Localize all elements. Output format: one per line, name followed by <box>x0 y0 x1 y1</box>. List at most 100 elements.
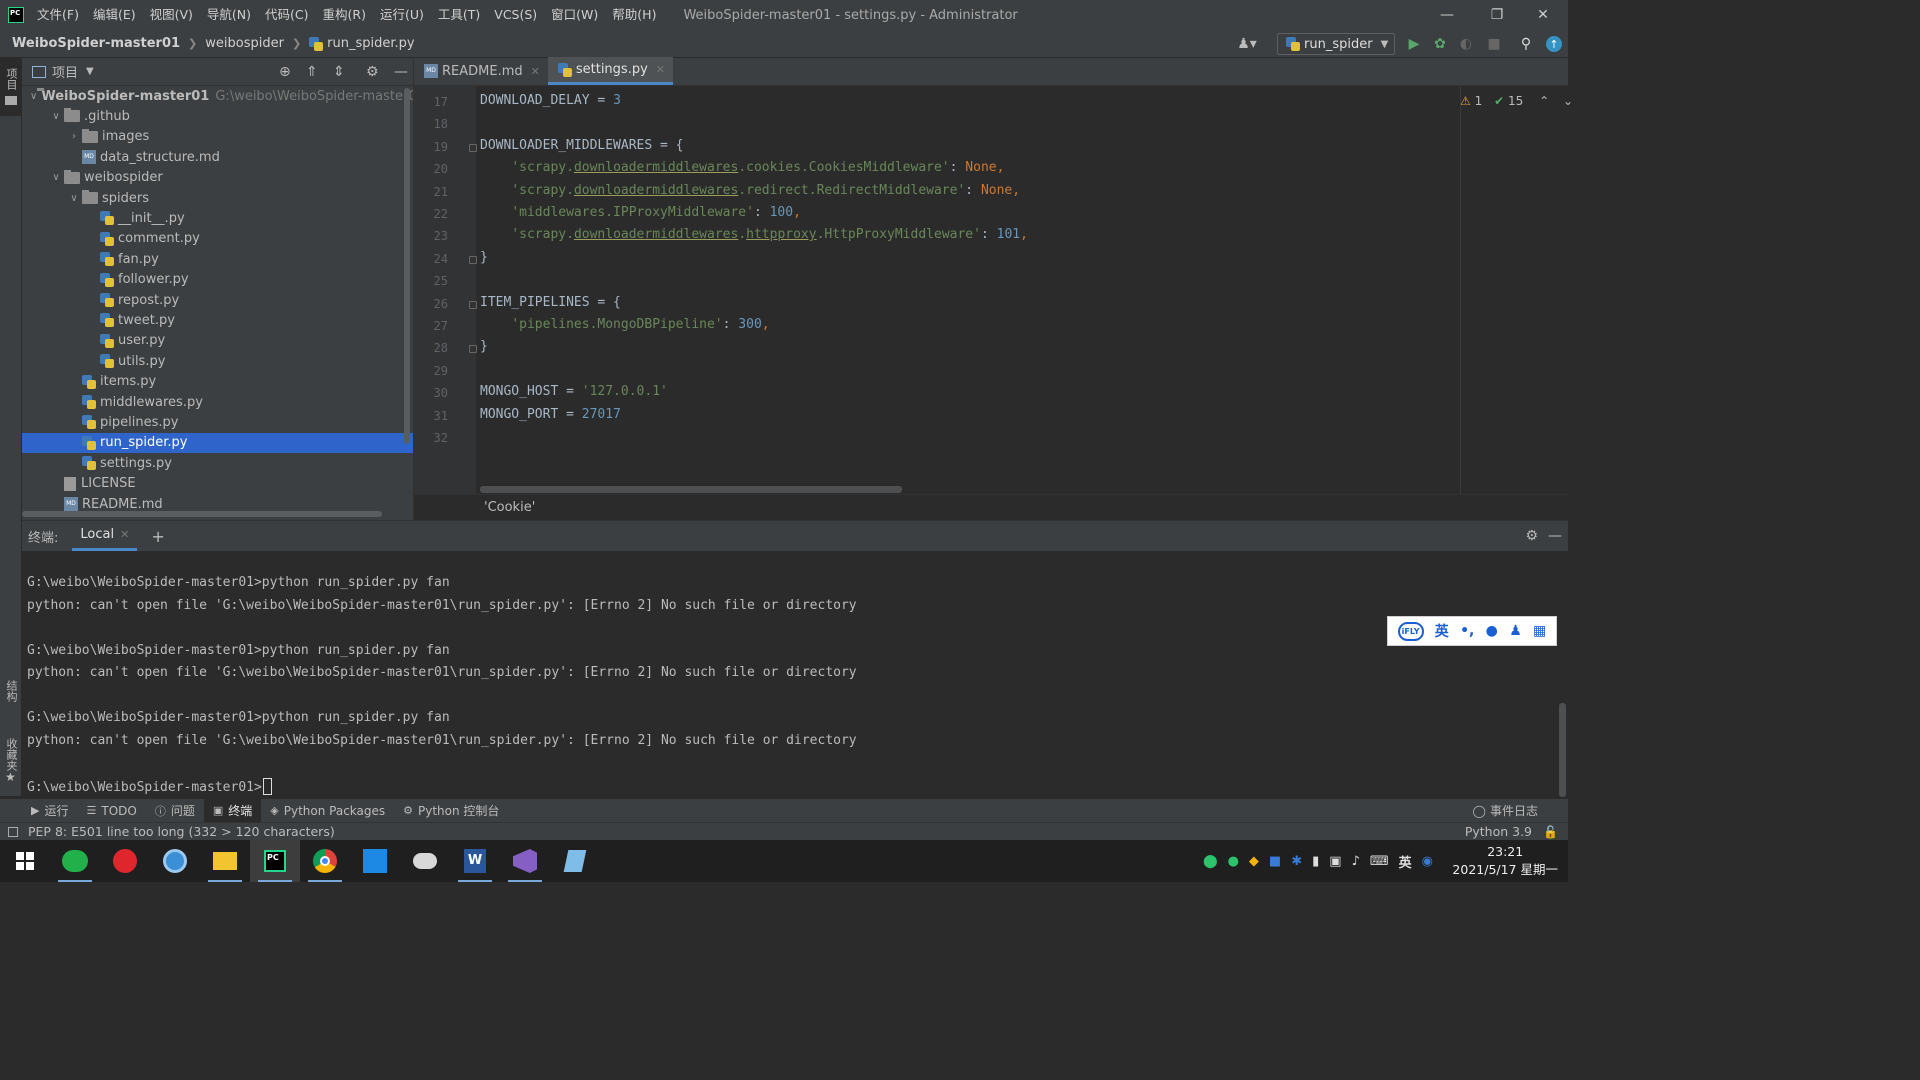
ifly-tray-icon[interactable]: ◉ <box>1422 854 1433 869</box>
minimize-button[interactable]: — <box>1424 0 1470 30</box>
windows-start-icon[interactable] <box>0 840 50 882</box>
tool-tab-terminal[interactable]: ▣ 终端 <box>203 798 262 823</box>
tree-file[interactable]: MD data_structure.md <box>22 147 413 167</box>
close-tab-icon[interactable]: ✕ <box>531 65 540 78</box>
menu-item[interactable]: 视图(V) <box>143 0 200 30</box>
tool-tab-todo[interactable]: ☰ TODO <box>77 799 145 823</box>
tree-file[interactable]: user.py <box>22 331 413 351</box>
tree-file[interactable]: comment.py <box>22 229 413 249</box>
tree-vertical-scrollbar[interactable] <box>404 88 410 444</box>
network-icon[interactable]: ▣ <box>1329 854 1341 869</box>
menu-item[interactable]: 导航(N) <box>200 0 258 30</box>
menu-item[interactable]: 编辑(E) <box>86 0 143 30</box>
search-icon[interactable]: ⚲ <box>1518 36 1534 52</box>
ime-toolbar[interactable]: iFLY 英 •, ● ♟ ▦ <box>1387 616 1557 646</box>
python-interpreter[interactable]: Python 3.9 <box>1465 824 1532 839</box>
tree-folder[interactable]: ∨ weibospider <box>22 168 413 188</box>
bluetooth-icon[interactable]: ✱ <box>1291 854 1302 869</box>
hide-panel-icon[interactable]: — <box>1548 528 1562 544</box>
microphone-icon[interactable]: ● <box>1486 623 1498 639</box>
tree-file[interactable]: utils.py <box>22 351 413 371</box>
favorites-tool-tab[interactable]: 收藏夹 <box>3 738 19 771</box>
tree-file[interactable]: tweet.py <box>22 310 413 330</box>
chevron-down-icon[interactable]: ∨ <box>66 193 82 204</box>
tree-file[interactable]: follower.py <box>22 270 413 290</box>
clock[interactable]: 23:21 2021/5/17 星期一 <box>1452 843 1558 879</box>
tab-readme[interactable]: MD README.md ✕ <box>414 57 548 85</box>
menu-item[interactable]: 工具(T) <box>431 0 487 30</box>
coverage-icon[interactable]: ◐ <box>1458 36 1474 52</box>
terminal-scrollbar[interactable] <box>1559 703 1566 797</box>
tree-file[interactable]: settings.py <box>22 453 413 473</box>
project-tool-tab[interactable]: 项目 <box>0 58 22 116</box>
close-tab-icon[interactable]: ✕ <box>120 528 129 541</box>
security-icon[interactable]: ⬤ <box>1203 854 1218 869</box>
tool-tab-problems[interactable]: ⓘ 问题 <box>146 799 204 823</box>
breadcrumb-project[interactable]: WeiboSpider-master01 <box>12 36 180 51</box>
user-icon[interactable]: ♟ <box>1509 623 1522 639</box>
tree-file[interactable]: pipelines.py <box>22 412 413 432</box>
status-message[interactable]: PEP 8: E501 line too long (332 > 120 cha… <box>28 824 335 839</box>
tree-file[interactable]: middlewares.py <box>22 392 413 412</box>
shield-icon[interactable]: ◆ <box>1249 854 1259 869</box>
gear-icon[interactable]: ⚙ <box>366 64 379 80</box>
file-explorer-icon[interactable] <box>200 840 250 882</box>
close-window-button[interactable]: ✕ <box>1520 0 1566 30</box>
breadcrumb-folder[interactable]: weibospider <box>205 36 284 51</box>
tree-folder[interactable]: ∨ spiders <box>22 188 413 208</box>
terminal-tab-local[interactable]: Local ✕ <box>72 521 138 551</box>
menu-item[interactable]: 代码(C) <box>258 0 315 30</box>
fold-marker-icon[interactable] <box>469 255 477 264</box>
fold-marker-icon[interactable] <box>469 143 477 152</box>
chrome-icon[interactable] <box>300 840 350 882</box>
user-account-icon[interactable]: ♟▾ <box>1234 36 1260 52</box>
battery-icon[interactable]: ▮ <box>1312 854 1319 869</box>
tree-file[interactable]: run_spider.py <box>22 432 413 453</box>
tree-file[interactable]: fan.py <box>22 249 413 269</box>
chevron-right-icon[interactable]: › <box>66 131 82 142</box>
next-highlight-icon[interactable]: ⌄ <box>1563 94 1573 108</box>
visual-studio-icon[interactable] <box>500 840 550 882</box>
notepad-icon[interactable] <box>550 840 600 882</box>
lock-icon[interactable]: 🔓 <box>1543 825 1558 839</box>
chevron-down-icon[interactable]: ∨ <box>30 91 37 102</box>
project-view-label[interactable]: 项目 <box>52 62 78 81</box>
pycharm-taskbar-icon[interactable]: PC <box>250 840 300 882</box>
word-icon[interactable]: W <box>450 840 500 882</box>
tool-tab-console[interactable]: ⚙ Python 控制台 <box>394 799 508 823</box>
wechat-icon[interactable] <box>50 840 100 882</box>
keyboard-icon[interactable]: ⌨ <box>1370 854 1389 869</box>
volume-icon[interactable]: ♪ <box>1352 854 1360 869</box>
run-icon[interactable]: ▶ <box>1406 36 1422 52</box>
tree-file[interactable]: items.py <box>22 372 413 392</box>
gear-icon[interactable]: ⚙ <box>1525 528 1538 544</box>
ime-language-indicator[interactable]: 英 <box>1399 852 1412 871</box>
editor-horizontal-scrollbar[interactable] <box>480 486 902 493</box>
tab-settings[interactable]: settings.py ✕ <box>547 57 673 85</box>
chevron-down-icon[interactable]: ▼ <box>86 66 94 77</box>
hide-panel-icon[interactable]: — <box>394 64 408 80</box>
netease-music-icon[interactable] <box>100 840 150 882</box>
stop-icon[interactable]: ■ <box>1486 36 1502 52</box>
tree-folder[interactable]: ∨ WeiboSpider-master01 G:\weibo\WeiboSpide… <box>22 86 425 106</box>
locate-icon[interactable]: ⊕ <box>279 64 291 80</box>
pycharm-logo-icon[interactable] <box>8 7 24 23</box>
event-log-button[interactable]: ◯ 事件日志 <box>1473 802 1538 819</box>
grid-icon[interactable]: ▦ <box>1533 623 1546 639</box>
menu-item[interactable]: 重构(R) <box>316 0 373 30</box>
close-tab-icon[interactable]: ✕ <box>656 63 665 76</box>
fold-marker-icon[interactable] <box>469 345 477 354</box>
tree-file[interactable]: __init__.py <box>22 208 413 228</box>
expand-all-icon[interactable]: ⇑ <box>306 64 318 80</box>
tree-folder[interactable]: › images <box>22 127 413 147</box>
new-terminal-icon[interactable]: + <box>151 527 164 546</box>
inspection-widget[interactable]: ⚠ 1 ✔ 15 ⌃ ⌄ <box>1460 94 1573 108</box>
breadcrumb-file[interactable]: run_spider.py <box>327 36 414 51</box>
previous-highlight-icon[interactable]: ⌃ <box>1539 94 1549 108</box>
menu-item[interactable]: 运行(U) <box>373 0 431 30</box>
debug-icon[interactable]: ✿ <box>1432 36 1448 52</box>
panel-toggle-icon[interactable] <box>8 826 18 837</box>
update-icon[interactable]: ↑ <box>1546 36 1562 52</box>
tree-file[interactable]: repost.py <box>22 290 413 310</box>
menu-item[interactable]: 帮助(H) <box>605 0 663 30</box>
